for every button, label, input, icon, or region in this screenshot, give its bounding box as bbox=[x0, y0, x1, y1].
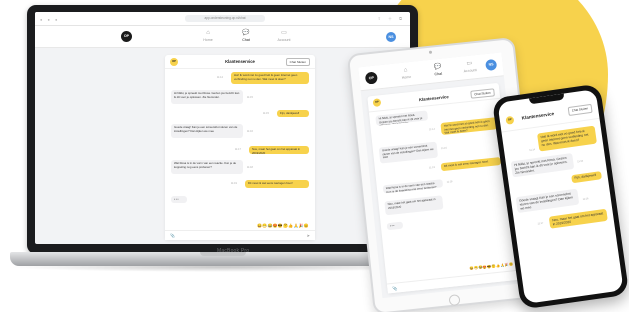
attachment-icon[interactable]: 📎 bbox=[392, 285, 397, 290]
message-incoming: Goede vraag! Kan je een screenshot sture… bbox=[515, 188, 580, 214]
user-avatar[interactable]: NS bbox=[386, 32, 396, 42]
message-time: 11:16 bbox=[440, 146, 448, 151]
message-time: 11:15 bbox=[577, 159, 584, 164]
nav-label: Home bbox=[203, 38, 213, 42]
message-incoming: Hi Nikki, je spreekt met Rosa. Gezien jo… bbox=[375, 110, 429, 126]
typing-indicator: • • • bbox=[171, 196, 187, 203]
laptop-notch bbox=[200, 252, 246, 256]
typing-indicator: • • • bbox=[386, 221, 404, 231]
home-icon: ⌂ bbox=[206, 30, 210, 36]
main-nav: ⌂ Home 💬 Chat ▭ Account bbox=[394, 59, 481, 81]
message-time: 11:19 bbox=[231, 182, 237, 185]
close-chat-button[interactable]: Chat Sluiten bbox=[469, 88, 495, 99]
emoji-picker[interactable]: 😀😁😂😍😎🤔👍🙏🎉😊 bbox=[257, 223, 309, 228]
message-outgoing: Nou, maar het gaat om het apparaat in 20… bbox=[249, 146, 309, 154]
nav-item-account[interactable]: ▭ Account bbox=[273, 29, 295, 42]
message-time: 11:19 bbox=[428, 165, 436, 170]
message-outgoing: Dit moet ik wel eens navragen hoor! bbox=[440, 157, 502, 172]
brand-logo[interactable]: OP bbox=[364, 71, 378, 85]
nav-item-home[interactable]: ⌂ Home bbox=[197, 29, 219, 42]
chat-header: OP Klantenservice Chat Sluiten bbox=[165, 55, 315, 69]
nav-item-chat[interactable]: 💬 Chat bbox=[235, 29, 257, 42]
close-chat-button[interactable]: Chat Sluiten bbox=[285, 58, 310, 66]
message-incoming: Nou, maar het gaat om het apparaat in 20… bbox=[384, 195, 444, 216]
nav-label: Home bbox=[401, 74, 412, 80]
message-outgoing: Hoi! Ik word niet zo goed heb ik geen In… bbox=[440, 117, 498, 136]
brand-logo[interactable]: OP bbox=[121, 31, 132, 42]
nav-label: Chat bbox=[242, 38, 250, 42]
main-nav: ⌂ Home 💬 Chat ▭ Account bbox=[197, 29, 295, 42]
message-outgoing: Fijn, dankjewel! bbox=[571, 171, 602, 184]
message-input[interactable]: 📎 ➤ bbox=[165, 230, 315, 240]
nav-label: Chat bbox=[434, 71, 443, 77]
browser-tools-icon[interactable]: ⇪ ＋ ⧉ bbox=[378, 16, 405, 22]
message-incoming: Wat Rosa is in de vorm van een reactie. … bbox=[382, 179, 444, 194]
nav-item-chat[interactable]: 💬 Chat bbox=[426, 62, 449, 77]
chat-window: OP Klantenservice Chat Sluiten Hoi! Ik w… bbox=[165, 55, 315, 240]
message-time: 11:17 bbox=[537, 221, 544, 226]
user-avatar[interactable]: NS bbox=[485, 58, 498, 72]
message-time: 11:14 bbox=[217, 76, 223, 79]
send-icon[interactable]: ➤ bbox=[307, 233, 310, 238]
message-incoming: Hi Nikki, je spreekt met Rosa. Gezien jo… bbox=[171, 90, 243, 104]
nav-item-home[interactable]: ⌂ Home bbox=[394, 65, 417, 80]
message-time: 11:15 bbox=[263, 112, 269, 115]
message-time: 11:16 bbox=[582, 197, 589, 201]
nav-label: Account bbox=[277, 38, 291, 42]
attachment-icon[interactable]: 📎 bbox=[170, 233, 175, 238]
app-navbar: OP ⌂ Home 💬 Chat ▭ Account NS bbox=[35, 26, 410, 48]
nav-item-account[interactable]: ▭ Account bbox=[458, 59, 481, 74]
emoji-picker[interactable]: 😀😁😂😍😎🤔👍🙏🎉😊 bbox=[469, 262, 513, 271]
message-time: 11:15 bbox=[247, 96, 253, 99]
device-showcase: ● ● ● app.ondersteuning.op.nl/chat ⇪ ＋ ⧉… bbox=[0, 0, 629, 312]
message-time: 11:16 bbox=[247, 130, 253, 133]
message-incoming: Hi Nikki, je spreekt met Rosa. Gezien jo… bbox=[510, 152, 575, 178]
message-incoming: Goede vraag! Kan je een screenshot sture… bbox=[378, 141, 439, 164]
chat-logo: OP bbox=[505, 115, 515, 125]
account-icon: ▭ bbox=[281, 30, 287, 36]
nav-label: Account bbox=[463, 68, 477, 74]
message-outgoing: Hoi! Ik word niet zo goed heb ik geen In… bbox=[537, 125, 597, 152]
message-time: 11:18 bbox=[247, 166, 253, 169]
message-outgoing: Nou, maar het gaat om het apparaat in 20… bbox=[548, 208, 608, 229]
message-outgoing: Dit moet ik wel eens navragen hoor! bbox=[245, 180, 309, 188]
message-time: 11:14 bbox=[428, 127, 436, 132]
message-incoming: Goede vraag! Kan je een screenshot sture… bbox=[171, 124, 243, 138]
message-time: 11:18 bbox=[446, 180, 453, 184]
message-outgoing: Hoi! Ik word niet zo goed heb ik geen In… bbox=[231, 72, 309, 84]
message-incoming: Wat Rosa is in de vorm van een reactie. … bbox=[171, 160, 243, 174]
message-time: 11:17 bbox=[235, 148, 241, 151]
chat-icon: 💬 bbox=[242, 30, 250, 36]
close-chat-button[interactable]: Chat Sluiten bbox=[567, 103, 593, 117]
message-time: 11:14 bbox=[529, 148, 536, 152]
address-bar[interactable]: app.ondersteuning.op.nl/chat bbox=[185, 15, 265, 22]
browser-toolbar: ● ● ● app.ondersteuning.op.nl/chat ⇪ ＋ ⧉ bbox=[35, 12, 410, 26]
tablet-screen: OP ⌂ Home 💬 Chat ▭ Account NS OP Klantenser… bbox=[358, 52, 526, 299]
message-outgoing: Fijn, dankjewel! bbox=[277, 110, 309, 117]
window-controls-icon[interactable]: ● ● ● bbox=[40, 17, 59, 22]
